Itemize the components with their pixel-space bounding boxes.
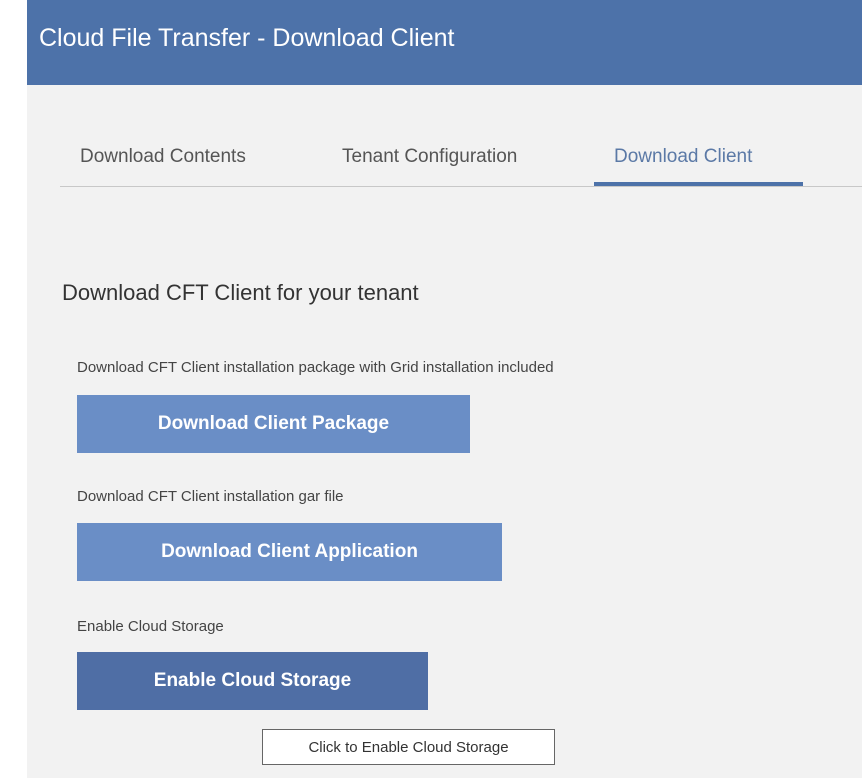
enable-cloud-storage-button[interactable]: Enable Cloud Storage: [77, 652, 428, 710]
package-description: Download CFT Client installation package…: [77, 359, 554, 376]
tab-download-client[interactable]: Download Client: [614, 146, 752, 168]
app-header: Cloud File Transfer - Download Client: [27, 0, 862, 85]
page-title: Cloud File Transfer - Download Client: [39, 24, 455, 52]
section-title: Download CFT Client for your tenant: [62, 280, 419, 305]
app-window: Cloud File Transfer - Download Client Do…: [27, 0, 862, 778]
tab-tenant-configuration[interactable]: Tenant Configuration: [342, 146, 517, 168]
tab-bar: Download Contents Tenant Configuration D…: [60, 135, 862, 187]
download-client-application-button[interactable]: Download Client Application: [77, 523, 502, 581]
tab-download-contents[interactable]: Download Contents: [80, 146, 246, 168]
application-description: Download CFT Client installation gar fil…: [77, 488, 344, 505]
enable-cloud-storage-tooltip: Click to Enable Cloud Storage: [262, 729, 555, 765]
active-tab-indicator: [594, 182, 803, 186]
download-client-package-button[interactable]: Download Client Package: [77, 395, 470, 453]
cloud-storage-description: Enable Cloud Storage: [77, 618, 224, 635]
